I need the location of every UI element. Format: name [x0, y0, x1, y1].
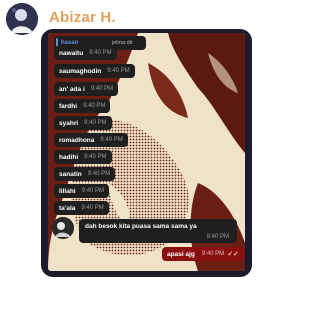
contact-name[interactable]: Abizar H.	[49, 9, 116, 26]
message-time: 9:40 PM	[83, 103, 106, 109]
message-bubble[interactable]: fardhi 9:40 PM	[54, 99, 111, 113]
message-text: dah besok kita puasa sama sama ya	[85, 223, 197, 230]
message-text: an' ada i	[59, 85, 85, 93]
message-time: 9:40 PM	[81, 188, 104, 194]
message-time: 9:40 PM	[206, 234, 229, 240]
message-text: saumaghodin	[59, 67, 102, 75]
message-text: ta'ala	[59, 204, 76, 212]
message-bubble[interactable]: sanatin 9:40 PM	[54, 167, 116, 181]
message-bubble[interactable]: lillahi 9:40 PM	[54, 184, 109, 198]
message-text: hadihi	[59, 153, 79, 161]
message-time: 9:40 PM	[87, 171, 111, 177]
double-check-icon: ✓✓	[227, 251, 239, 258]
message-text: sanatin	[59, 170, 82, 178]
message-time: 9:40 PM	[81, 205, 104, 211]
message-time: 9:40 PM	[89, 50, 112, 56]
message-text: apasi ajg	[167, 250, 195, 258]
message-time: 9:40 PM	[107, 68, 130, 74]
message-bubble[interactable]: dah besok kita puasa sama sama ya 9:40 P…	[79, 219, 237, 243]
message-time: 9:40 PM	[84, 120, 107, 126]
message-bubble[interactable]: saumaghodin 9:40 PM	[54, 64, 135, 78]
message-bubble[interactable]: syahri 9:40 PM	[54, 116, 112, 130]
message-bubble[interactable]: nawaitu 9:40 PM	[54, 46, 117, 60]
message-bubble[interactable]: romadhona 9:40 PM	[54, 133, 128, 147]
message-text: fardhi	[59, 102, 78, 110]
message-time: 9:40 PM	[90, 86, 114, 92]
message-text: lillahi	[59, 187, 76, 195]
message-text: syahri	[59, 119, 79, 127]
message-text: nawaitu	[59, 49, 84, 57]
sender-avatar[interactable]	[52, 217, 74, 239]
message-text: romadhona	[59, 136, 95, 144]
outgoing-message-bubble[interactable]: apasi ajg 9:40 PM ✓✓	[162, 247, 244, 261]
message-time: 9:40 PM	[201, 251, 225, 257]
message-time: 9:40 PM	[100, 137, 123, 143]
avatar-image	[6, 3, 38, 35]
reply-snippet: jelma dit	[112, 40, 133, 46]
chat-card: hasan jelma dit nawaitu 9:40 PM saumagho…	[41, 29, 252, 277]
message-bubble[interactable]: hadihi 9:40 PM	[54, 150, 112, 164]
avatar[interactable]	[6, 3, 38, 35]
message-bubble[interactable]: an' ada i 9:40 PM	[54, 82, 119, 96]
message-bubble[interactable]: ta'ala 9:40 PM	[54, 201, 109, 215]
message-time: 9:40 PM	[84, 154, 107, 160]
